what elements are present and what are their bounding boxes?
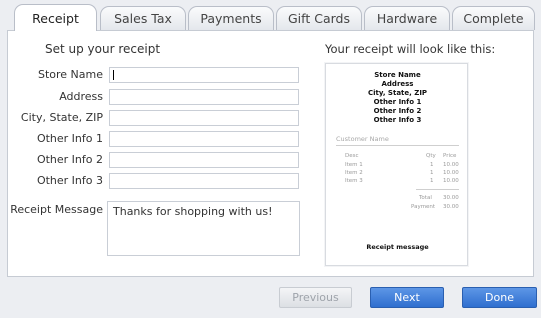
done-button[interactable]: Done xyxy=(462,287,537,308)
preview-item-qty: 1 xyxy=(430,178,434,184)
tab-receipt[interactable]: Receipt xyxy=(14,4,97,31)
preview-heading: Your receipt will look like this: xyxy=(325,42,496,56)
other-info-3-label: Other Info 3 xyxy=(36,174,103,187)
store-name-label: Store Name xyxy=(37,68,103,81)
preview-customer-name: Customer Name xyxy=(336,135,389,143)
tab-hardware[interactable]: Hardware xyxy=(364,6,450,30)
receipt-message-field[interactable]: Thanks for shopping with us! xyxy=(107,201,300,256)
preview-other-info-3: Other Info 3 xyxy=(373,116,422,124)
preview-col-qty: Qty xyxy=(426,153,436,159)
store-name-field[interactable] xyxy=(109,67,299,83)
tab-bar: Receipt Sales Tax Payments Gift Cards Ha… xyxy=(0,0,541,31)
tab-complete[interactable]: Complete xyxy=(452,6,535,30)
city-state-zip-label: City, State, ZIP xyxy=(20,111,103,124)
preview-item-qty: 1 xyxy=(430,162,434,168)
preview-store-name: Store Name xyxy=(374,71,421,79)
divider xyxy=(336,145,459,146)
preview-item-desc: Item 3 xyxy=(345,178,363,184)
setup-heading: Set up your receipt xyxy=(45,42,161,56)
preview-item-qty: 1 xyxy=(430,170,434,176)
preview-receipt-message: Receipt message xyxy=(366,243,429,251)
other-info-2-label: Other Info 2 xyxy=(36,153,103,166)
other-info-1-label: Other Info 1 xyxy=(36,132,103,145)
previous-button[interactable]: Previous xyxy=(279,287,352,308)
other-info-1-field[interactable] xyxy=(109,131,299,147)
city-state-zip-field[interactable] xyxy=(109,110,299,126)
other-info-3-field[interactable] xyxy=(109,173,299,189)
preview-other-info-1: Other Info 1 xyxy=(373,98,422,106)
preview-item-desc: Item 2 xyxy=(345,170,363,176)
preview-item-price: 10.00 xyxy=(443,178,459,184)
tab-payments[interactable]: Payments xyxy=(188,6,274,30)
receipt-message-label: Receipt Message xyxy=(10,203,103,216)
tab-gift-cards[interactable]: Gift Cards xyxy=(276,6,362,30)
preview-total-label: Total xyxy=(419,195,432,201)
preview-city-state-zip: City, State, ZIP xyxy=(367,89,428,97)
text-cursor xyxy=(113,70,114,80)
preview-col-price: Price xyxy=(443,153,457,159)
receipt-preview: Store Name Address City, State, ZIP Othe… xyxy=(325,63,468,266)
other-info-2-field[interactable] xyxy=(109,152,299,168)
address-field[interactable] xyxy=(109,89,299,105)
divider xyxy=(416,189,459,190)
preview-item-desc: Item 1 xyxy=(345,162,363,168)
preview-item-price: 10.00 xyxy=(443,162,459,168)
tab-sales-tax[interactable]: Sales Tax xyxy=(100,6,186,30)
preview-payment-value: 30.00 xyxy=(443,204,459,210)
preview-address: Address xyxy=(381,80,414,88)
preview-payment-label: Payment xyxy=(411,204,436,210)
preview-total-value: 30.00 xyxy=(443,195,459,201)
preview-item-price: 10.00 xyxy=(443,170,459,176)
preview-other-info-2: Other Info 2 xyxy=(373,107,422,115)
address-label: Address xyxy=(59,90,103,103)
preview-col-desc: Desc xyxy=(345,153,359,159)
next-button[interactable]: Next xyxy=(370,287,444,308)
